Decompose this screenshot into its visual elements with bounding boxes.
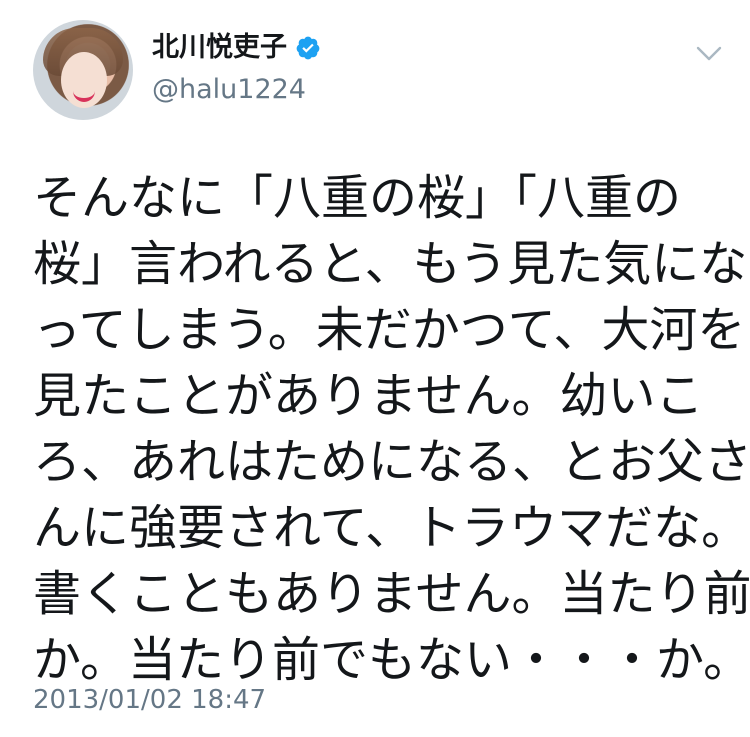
tweet-card: 北川悦吏子 @halu1224 そんなに「八重の桜」「八重の 桜」言われると、も… [0, 0, 750, 737]
tweet-text-line: ってしまう。未だかつて、大河を [33, 302, 746, 358]
tweet-text-line: 書くこともありません。当たり前 [33, 566, 750, 622]
tweet-text-line: 桜」言われると、もう見た気にな [33, 236, 748, 292]
tweet-text-line: そんなに「八重の桜」「八重の [33, 170, 682, 226]
user-handle[interactable]: @halu1224 [152, 72, 306, 108]
display-name[interactable]: 北川悦吏子 [152, 30, 287, 66]
tweet-timestamp[interactable]: 2013/01/02 18:47 [33, 683, 266, 717]
tweet-text-line: 見たことがありません。幼いこ [33, 368, 704, 424]
chevron-down-icon[interactable] [695, 44, 723, 64]
tweet-text: そんなに「八重の桜」「八重の 桜」言われると、もう見た気にな ってしまう。未だか… [33, 165, 750, 693]
tweet-text-line: ろ、あれはためになる、とお父さ [33, 434, 750, 490]
avatar[interactable] [33, 20, 133, 120]
verified-badge-icon [296, 36, 320, 60]
tweet-text-line: んに強要されて、トラウマだな。 [33, 500, 750, 556]
name-row: 北川悦吏子 [152, 30, 321, 66]
